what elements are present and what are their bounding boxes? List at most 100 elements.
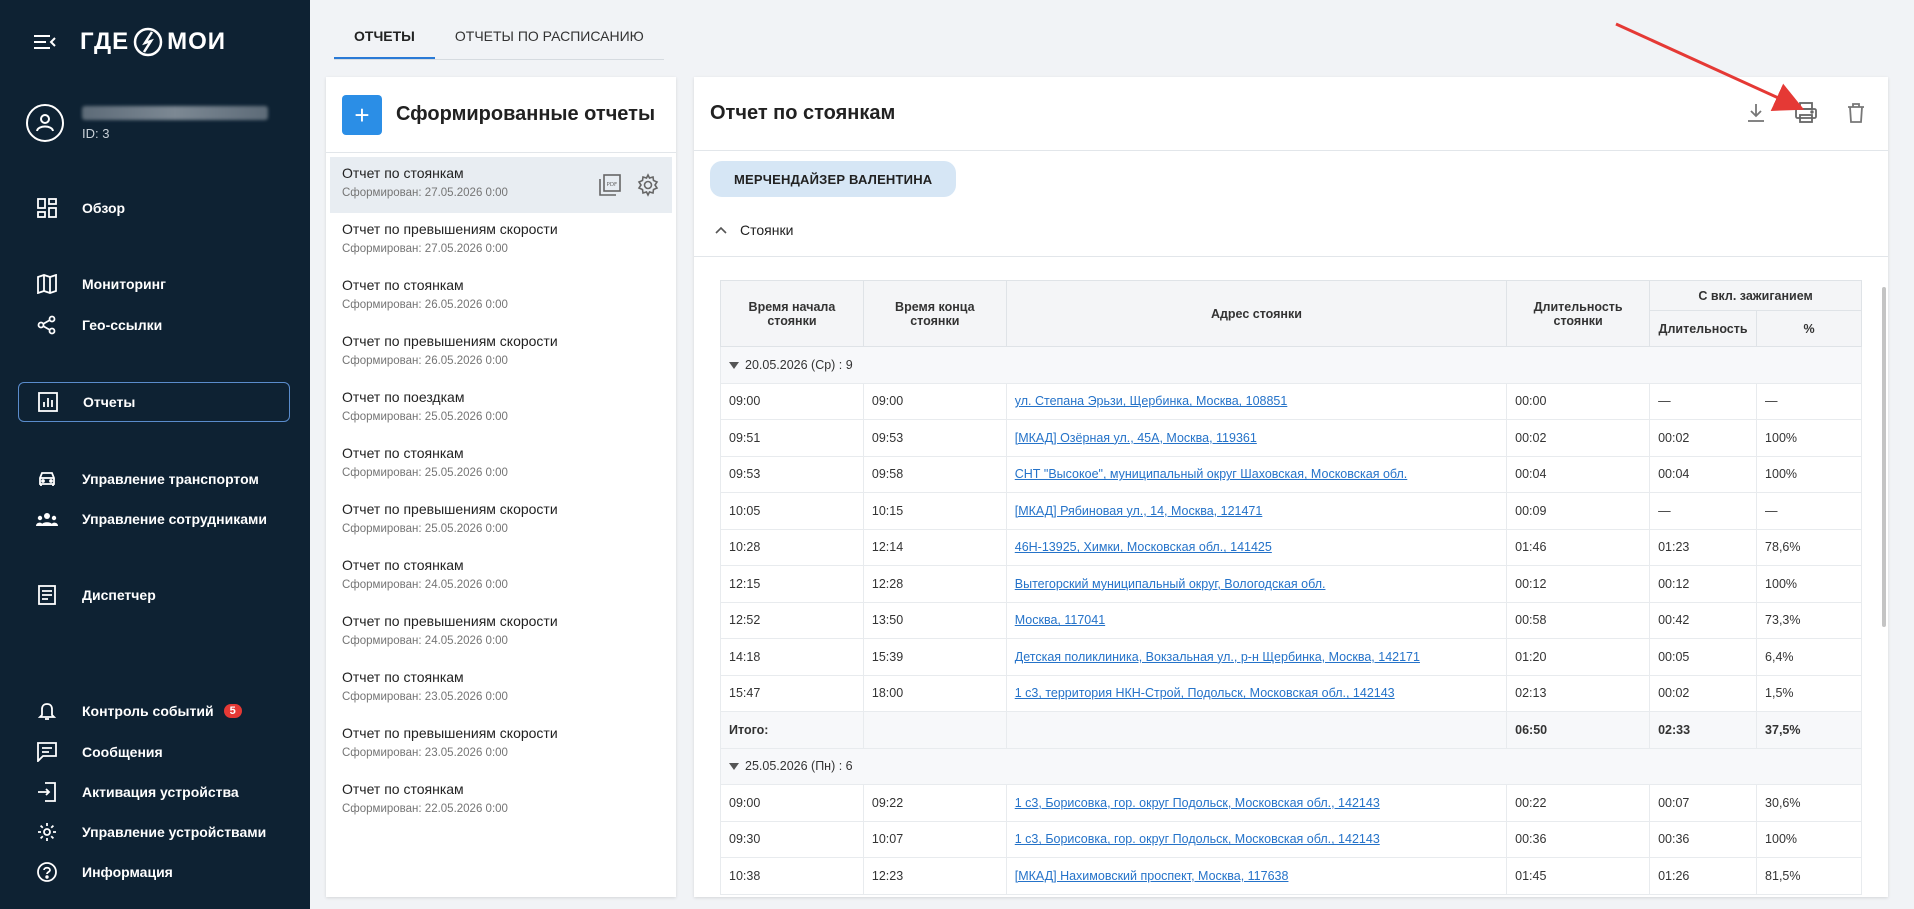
- report-item[interactable]: Отчет по превышениям скорости Сформирова…: [330, 493, 672, 549]
- table-row: 09:00 09:00 ул. Степана Эрьзи, Щербинка,…: [720, 382, 1862, 420]
- nav-monitoring[interactable]: Мониторинг: [18, 264, 290, 304]
- address-link[interactable]: 1 с3, Борисовка, гор. округ Подольск, Мо…: [1015, 796, 1380, 810]
- cell-ign-percent: 81,5%: [1756, 857, 1862, 895]
- report-item[interactable]: Отчет по поездкам Сформирован: 25.05.202…: [330, 381, 672, 437]
- header-start-time[interactable]: Время начала стоянки: [720, 280, 864, 347]
- nav-employees[interactable]: Управление сотрудниками: [18, 499, 290, 539]
- nav-transport[interactable]: Управление транспортом: [18, 459, 290, 499]
- report-item[interactable]: Отчет по превышениям скорости Сформирова…: [330, 717, 672, 773]
- cell-duration: 00:12: [1506, 565, 1651, 603]
- nav-info-label: Информация: [82, 864, 173, 880]
- address-link[interactable]: [МКАД] Озёрная ул., 45А, Москва, 119361: [1015, 431, 1257, 445]
- report-name: Отчет по стоянкам: [342, 277, 464, 293]
- group-row[interactable]: 25.05.2026 (Пн) : 6: [720, 747, 1862, 785]
- report-item[interactable]: Отчет по стоянкам Сформирован: 27.05.202…: [330, 157, 672, 213]
- cell-duration: 02:13: [1506, 674, 1651, 712]
- cell-ign-percent: 100%: [1756, 565, 1862, 603]
- nav-dispatcher[interactable]: Диспетчер: [18, 575, 290, 615]
- employee-chip[interactable]: МЕРЧЕНДАЙЗЕР ВАЛЕНТИНА: [710, 161, 957, 197]
- header-duration[interactable]: Длительность стоянки: [1506, 280, 1651, 347]
- address-link[interactable]: 1 с3, Борисовка, гор. округ Подольск, Мо…: [1015, 832, 1380, 846]
- address-link[interactable]: СНТ "Высокое", муниципальный округ Шахов…: [1015, 467, 1408, 481]
- parkings-table: Время начала стоянки Время конца стоянки…: [720, 280, 1862, 895]
- nav-overview[interactable]: Обзор: [18, 188, 290, 228]
- cell-start: 10:38: [720, 857, 864, 895]
- cell-ign-percent: 1,5%: [1756, 674, 1862, 712]
- scrollbar[interactable]: [1882, 207, 1888, 627]
- report-item[interactable]: Отчет по превышениям скорости Сформирова…: [330, 213, 672, 269]
- cell-start: 12:52: [720, 601, 864, 639]
- report-item[interactable]: Отчет по превышениям скорости Сформирова…: [330, 605, 672, 661]
- cell-ign-duration: 00:36: [1649, 820, 1758, 858]
- cell-duration: 00:02: [1506, 419, 1651, 457]
- nav-geolinks[interactable]: Гео-ссылки: [18, 305, 290, 345]
- address-link[interactable]: 1 с3, территория НКН-Строй, Подольск, Мо…: [1015, 686, 1395, 700]
- cell-duration: 00:22: [1506, 784, 1651, 822]
- address-link[interactable]: 46Н-13925, Химки, Московская обл., 14142…: [1015, 540, 1272, 554]
- cell-duration: 01:20: [1506, 638, 1651, 676]
- generated-reports-title: Сформированные отчеты: [396, 103, 656, 125]
- avatar-icon: [26, 104, 64, 142]
- group-row[interactable]: 20.05.2026 (Ср) : 9: [720, 346, 1862, 384]
- cell-ign-duration: 00:42: [1649, 601, 1758, 639]
- add-report-button[interactable]: +: [342, 94, 382, 135]
- caret-down-icon: [729, 763, 739, 771]
- compass-logo-icon: [133, 27, 163, 57]
- cell-start: 10:05: [720, 492, 864, 530]
- table-row: 12:52 13:50 Москва, 117041 00:58 00:42 7…: [720, 601, 1862, 639]
- nav-devices[interactable]: Управление устройствами: [18, 812, 290, 852]
- logo-text-left: ГДЕ: [80, 28, 130, 55]
- report-item[interactable]: Отчет по стоянкам Сформирован: 22.05.202…: [330, 773, 672, 829]
- cell-start: 09:00: [720, 382, 864, 420]
- user-profile[interactable]: ID: 3: [26, 104, 268, 142]
- header-address[interactable]: Адрес стоянки: [1005, 280, 1508, 347]
- map-icon: [36, 273, 58, 295]
- address-link[interactable]: Детская поликлиника, Вокзальная ул., р-н…: [1015, 650, 1420, 664]
- tab-scheduled-reports[interactable]: ОТЧЕТЫ ПО РАСПИСАНИЮ: [435, 16, 664, 59]
- header-end-time[interactable]: Время конца стоянки: [862, 280, 1007, 347]
- address-link[interactable]: Вытегорский муниципальный округ, Вологод…: [1015, 577, 1326, 591]
- address-link[interactable]: ул. Степана Эрьзи, Щербинка, Москва, 108…: [1015, 394, 1288, 408]
- nav-messages[interactable]: Сообщения: [18, 732, 290, 772]
- bell-icon: [36, 700, 58, 722]
- cell-ign-duration: 00:02: [1649, 674, 1758, 712]
- cell-duration: 00:58: [1506, 601, 1651, 639]
- address-link[interactable]: Москва, 117041: [1015, 613, 1105, 627]
- menu-collapse-icon[interactable]: [34, 32, 56, 52]
- report-name: Отчет по стоянкам: [342, 557, 464, 573]
- report-item[interactable]: Отчет по стоянкам Сформирован: 23.05.202…: [330, 661, 672, 717]
- report-date: Сформирован: 23.05.2026 0:00: [342, 747, 508, 759]
- nav-overview-label: Обзор: [82, 200, 126, 216]
- report-name: Отчет по превышениям скорости: [342, 333, 558, 349]
- gear-icon: [36, 821, 58, 843]
- cell-start: 09:51: [720, 419, 864, 457]
- report-item[interactable]: Отчет по стоянкам Сформирован: 24.05.202…: [330, 549, 672, 605]
- scrollbar-thumb[interactable]: [1882, 287, 1886, 627]
- report-item[interactable]: Отчет по стоянкам Сформирован: 26.05.202…: [330, 269, 672, 325]
- nav-reports[interactable]: Отчеты: [18, 382, 290, 422]
- settings-gear-icon[interactable]: [636, 173, 660, 197]
- nav-activation[interactable]: Активация устройства: [18, 772, 290, 812]
- report-date: Сформирован: 25.05.2026 0:00: [342, 411, 508, 423]
- cell-start: 10:28: [720, 528, 864, 566]
- address-link[interactable]: [МКАД] Рябиновая ул., 14, Москва, 121471: [1015, 504, 1263, 518]
- cell-duration: 00:04: [1506, 455, 1651, 493]
- report-item[interactable]: Отчет по стоянкам Сформирован: 25.05.202…: [330, 437, 672, 493]
- header-ignition-percent[interactable]: %: [1756, 310, 1862, 347]
- cell-duration: 01:46: [1506, 528, 1651, 566]
- nav-events[interactable]: Контроль событий 5: [18, 691, 290, 731]
- logo[interactable]: ГДЕ МОИ: [80, 26, 226, 58]
- print-icon[interactable]: [1794, 101, 1818, 125]
- report-name: Отчет по стоянкам: [342, 669, 464, 685]
- address-link[interactable]: [МКАД] Нахимовский проспект, Москва, 117…: [1015, 869, 1289, 883]
- report-item[interactable]: Отчет по превышениям скорости Сформирова…: [330, 325, 672, 381]
- header-ignition-duration[interactable]: Длительность: [1649, 310, 1758, 347]
- section-parkings-toggle[interactable]: Стоянки: [694, 203, 1888, 257]
- pdf-icon[interactable]: PDF: [598, 173, 622, 197]
- cell-start: 15:47: [720, 674, 864, 712]
- download-icon[interactable]: [1744, 101, 1768, 125]
- nav-info[interactable]: Информация: [18, 852, 290, 892]
- tab-reports[interactable]: ОТЧЕТЫ: [334, 16, 435, 59]
- table-row: 10:28 12:14 46Н-13925, Химки, Московская…: [720, 528, 1862, 566]
- delete-icon[interactable]: [1844, 101, 1868, 125]
